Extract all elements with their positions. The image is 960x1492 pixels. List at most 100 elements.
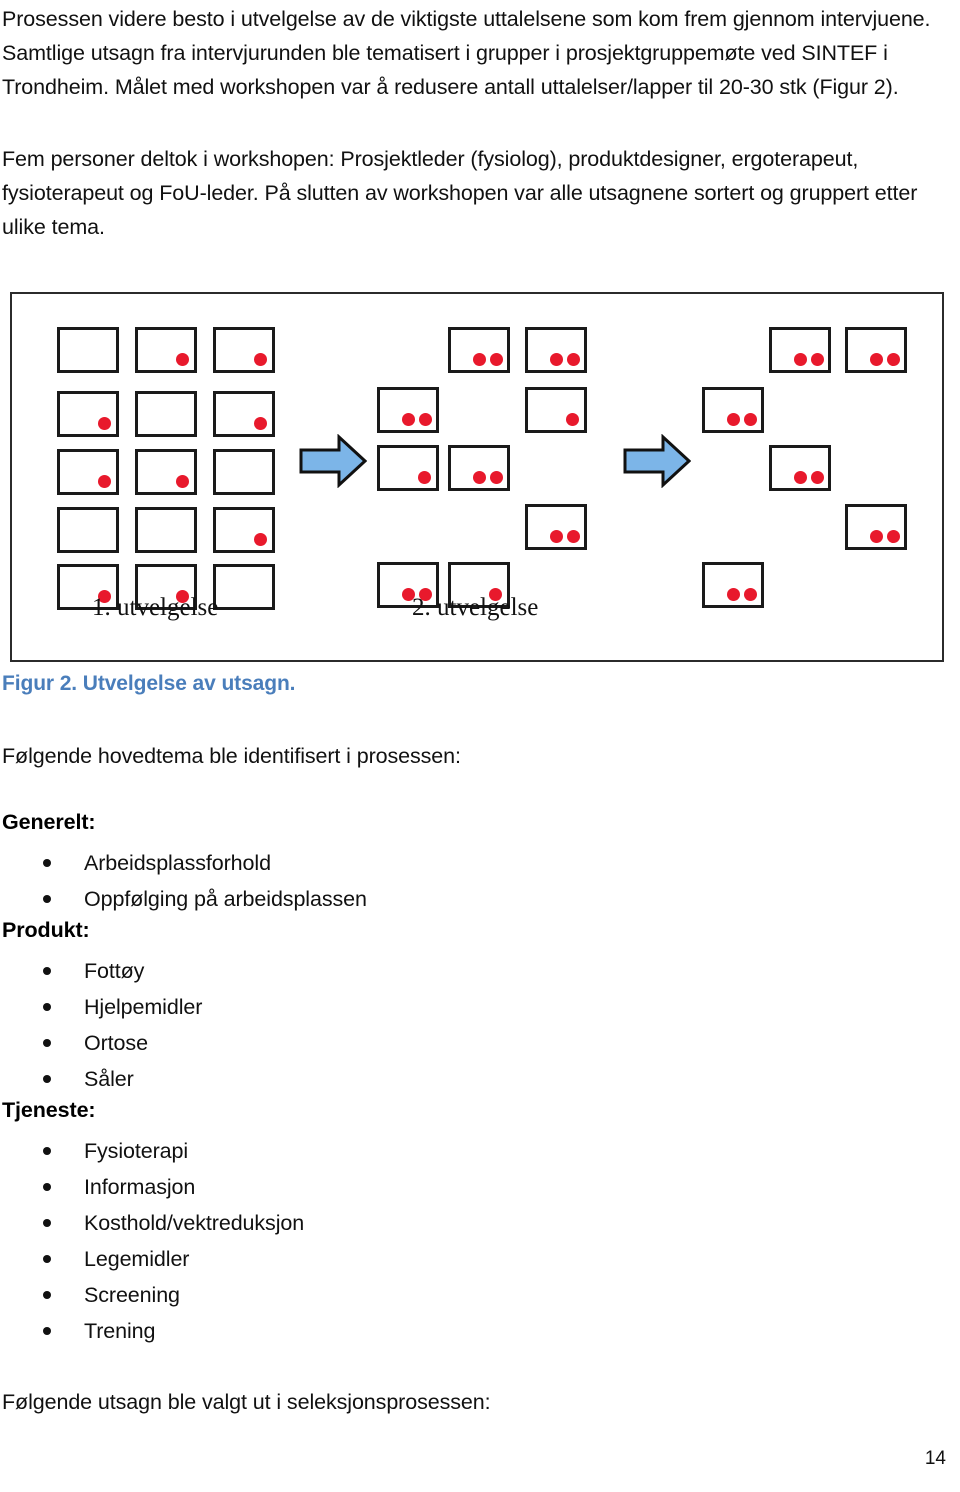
list-item-label: Fottøy (84, 959, 145, 983)
vote-dot (887, 353, 900, 366)
bullet-icon (43, 1291, 51, 1299)
sticky-note (213, 564, 275, 610)
vote-dot (887, 530, 900, 543)
vote-dot (811, 471, 824, 484)
right-arrow-icon (299, 434, 367, 488)
vote-dot (473, 353, 486, 366)
vote-dot (744, 413, 757, 426)
right-arrow-icon (623, 434, 691, 488)
vote-dot (550, 530, 563, 543)
sticky-note (135, 391, 197, 437)
section-heading-3: Tjeneste: (2, 1098, 96, 1122)
sticky-note (135, 327, 197, 373)
list-item: Fysioterapi (0, 1134, 600, 1170)
bullet-icon (43, 1147, 51, 1155)
vote-dot (870, 530, 883, 543)
list-item: Hjelpemidler (0, 990, 600, 1026)
sticky-note (135, 449, 197, 495)
sticky-note (448, 327, 510, 373)
document-page: Prosessen videre besto i utvelgelse av d… (0, 0, 960, 1492)
list-item-label: Fysioterapi (84, 1139, 189, 1163)
vote-dot (473, 471, 486, 484)
list-item-label: Legemidler (84, 1247, 190, 1271)
vote-dot (418, 471, 431, 484)
sticky-note (213, 327, 275, 373)
sticky-note (525, 327, 587, 373)
vote-dot (254, 353, 267, 366)
sticky-note (769, 327, 831, 373)
list-item: Arbeidsplassforhold (0, 846, 600, 882)
bullet-icon (43, 1039, 51, 1047)
vote-dot (176, 353, 189, 366)
sticky-note (377, 445, 439, 491)
vote-dot (870, 353, 883, 366)
list-item: Fottøy (0, 954, 600, 990)
list-item: Screening (0, 1278, 600, 1314)
lead-in-text-1: Følgende hovedtema ble identifisert i pr… (2, 744, 461, 768)
sticky-note (448, 445, 510, 491)
vote-dot (550, 353, 563, 366)
vote-dot (566, 413, 579, 426)
list-item: Informasjon (0, 1170, 600, 1206)
vote-dot (567, 530, 580, 543)
paragraph-1: Prosessen videre besto i utvelgelse av d… (2, 7, 931, 99)
vote-dot (254, 417, 267, 430)
sticky-note (702, 562, 764, 608)
list-item: Legemidler (0, 1242, 600, 1278)
vote-dot (254, 533, 267, 546)
sticky-note (525, 387, 587, 433)
bullet-icon (43, 859, 51, 867)
vote-dot (490, 353, 503, 366)
bullet-icon (43, 1075, 51, 1083)
vote-dot (744, 588, 757, 601)
vote-dot (567, 353, 580, 366)
sticky-note (57, 507, 119, 553)
list-item: Kosthold/vektreduksjon (0, 1206, 600, 1242)
bullet-icon (43, 895, 51, 903)
vote-dot (794, 353, 807, 366)
vote-dot (419, 413, 432, 426)
sticky-note (213, 507, 275, 553)
sticky-note (57, 449, 119, 495)
figure-2-selection-diagram: 1. utvelgelse 2. utvelgelse (10, 292, 944, 662)
sticky-note (525, 504, 587, 550)
list-item-label: Oppfølging på arbeidsplassen (84, 887, 367, 911)
vote-dot (794, 471, 807, 484)
paragraph-2: Fem personer deltok i workshopen: Prosje… (2, 147, 918, 239)
sticky-note (213, 391, 275, 437)
vote-dot (402, 413, 415, 426)
list-item: Såler (0, 1062, 600, 1098)
vote-dot (176, 475, 189, 488)
figure-caption: Figur 2. Utvelgelse av utsagn. (2, 672, 296, 695)
sticky-note (135, 507, 197, 553)
bullet-icon (43, 1219, 51, 1227)
vote-dot (490, 471, 503, 484)
lead-in-text-2: Følgende utsagn ble valgt ut i seleksjon… (2, 1390, 491, 1414)
vote-dot (98, 417, 111, 430)
bullet-icon (43, 1003, 51, 1011)
section-heading-2: Produkt: (2, 918, 90, 942)
bullet-icon (43, 967, 51, 975)
sticky-note (57, 391, 119, 437)
page-number: 14 (924, 1448, 946, 1469)
list-item: Trening (0, 1314, 600, 1350)
list-item-label: Arbeidsplassforhold (84, 851, 271, 875)
stage-label-1: 1. utvelgelse (92, 594, 219, 621)
list-item-label: Trening (84, 1319, 156, 1343)
list-item: Oppfølging på arbeidsplassen (0, 882, 600, 918)
vote-dot (811, 353, 824, 366)
list-item-label: Screening (84, 1283, 180, 1307)
list-item-label: Hjelpemidler (84, 995, 203, 1019)
vote-dot (98, 475, 111, 488)
sticky-note (845, 504, 907, 550)
section-heading-1: Generelt: (2, 810, 96, 834)
list-item-label: Kosthold/vektreduksjon (84, 1211, 305, 1235)
vote-dot (727, 413, 740, 426)
sticky-note (377, 387, 439, 433)
list-item-label: Informasjon (84, 1175, 196, 1199)
list-item-label: Såler (84, 1067, 134, 1091)
list-item-label: Ortose (84, 1031, 148, 1055)
bullet-icon (43, 1255, 51, 1263)
vote-dot (727, 588, 740, 601)
sticky-note (702, 387, 764, 433)
